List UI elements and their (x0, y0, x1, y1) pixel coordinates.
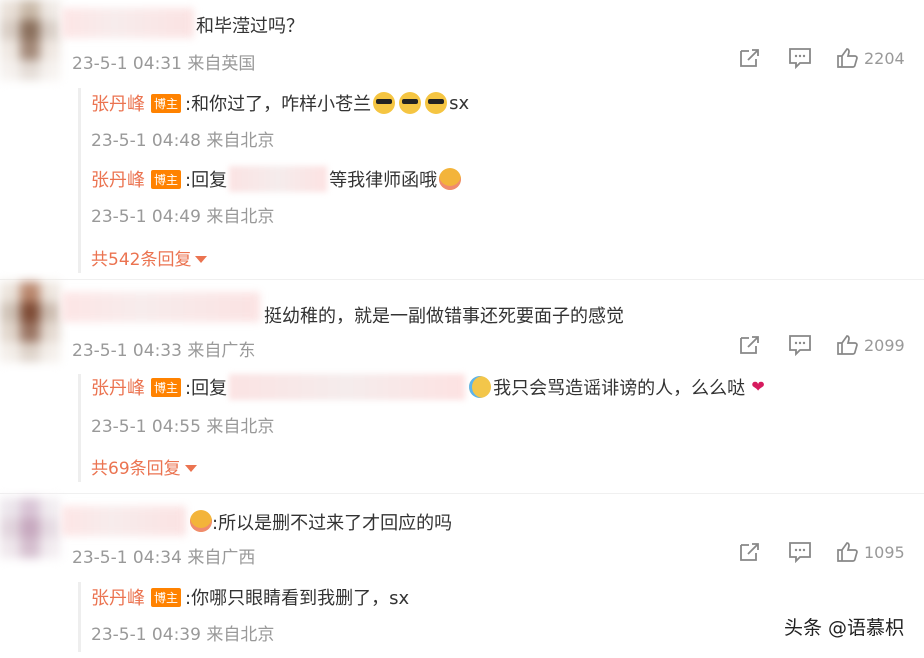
like-icon (837, 542, 858, 562)
comment-button[interactable] (788, 47, 812, 69)
comment-location: 来自广西 (187, 548, 256, 568)
share-button[interactable] (738, 334, 762, 356)
reply-author[interactable]: 张丹峰 (91, 90, 145, 116)
blurred-username (229, 374, 466, 400)
reply-meta: 23-5-1 04:39 来自北京 (91, 620, 274, 645)
reply-time: 23-5-1 04:39 (91, 625, 201, 645)
more-replies-label: 共69条回复 (91, 459, 181, 479)
reply-meta: 23-5-1 04:55 来自北京 (91, 412, 274, 437)
author-badge: 博主 (151, 377, 182, 397)
username-blurred[interactable] (62, 8, 194, 38)
reply-2: 张丹峰 博主 :回复 等我律师函哦 (91, 166, 463, 192)
crying-laugh-emoji-icon (469, 376, 492, 398)
comment-button[interactable] (788, 541, 812, 563)
like-count: 2204 (864, 48, 905, 68)
more-replies-link[interactable]: 共69条回复 (91, 454, 197, 479)
comment-1: 和毕滢过吗？ 23-5-1 04:31 来自英国 2204 张丹峰 博主 :和你… (0, 0, 924, 280)
caret-down-icon (195, 256, 208, 263)
comment-button[interactable] (788, 334, 812, 356)
reply-list: 张丹峰 博主 :回复 我只会骂造谣诽谤的人，么么哒 ❤ 23-5-1 04:55… (78, 374, 924, 482)
cool-emoji-icon (425, 92, 448, 114)
comment-meta: 23-5-1 04:33 来自广东 (72, 336, 255, 361)
like-count: 1095 (864, 542, 905, 562)
lips-emoji-icon: ❤ (751, 377, 765, 396)
author-badge: 博主 (151, 587, 182, 607)
reply-text-suffix: sx (449, 92, 470, 114)
blurred-username (229, 166, 328, 192)
share-icon (740, 336, 759, 354)
share-icon (740, 49, 759, 67)
like-icon (837, 48, 858, 68)
comment-actions: 1095 (736, 541, 916, 567)
reply-author[interactable]: 张丹峰 (91, 584, 145, 610)
reply-meta: 23-5-1 04:48 来自北京 (91, 126, 274, 151)
comment-meta: 23-5-1 04:34 来自广西 (72, 543, 255, 568)
more-replies-label: 共542条回复 (91, 250, 192, 270)
comment-text: 挺幼稚的，就是一副做错事还死要面子的感觉 (264, 306, 624, 327)
shy-emoji-icon (439, 168, 462, 190)
comment-time: 23-5-1 04:31 (72, 54, 182, 74)
divider (0, 279, 924, 280)
like-button[interactable]: 2204 (836, 47, 905, 69)
reply-1: 张丹峰 博主 :和你过了，咋样小苍兰 sx (91, 90, 469, 116)
comment-text: 和毕滢过吗？ (196, 16, 304, 37)
reply-location: 来自北京 (206, 625, 275, 645)
comment-location: 来自英国 (187, 54, 256, 74)
comment-2: 挺幼稚的，就是一副做错事还死要面子的感觉 23-5-1 04:33 来自广东 2… (0, 282, 924, 487)
like-count: 2099 (864, 335, 905, 355)
like-button[interactable]: 1095 (836, 541, 905, 563)
like-button[interactable]: 2099 (836, 334, 905, 356)
reply-text: :回复 (185, 378, 228, 399)
cool-emoji-icon (399, 92, 422, 114)
author-badge: 博主 (151, 169, 182, 189)
reply-author[interactable]: 张丹峰 (91, 166, 145, 192)
avatar[interactable] (0, 498, 60, 578)
reply-text-suffix: 我只会骂造谣诽谤的人，么么哒 (493, 378, 746, 399)
author-badge: 博主 (151, 93, 182, 113)
username-blurred[interactable] (62, 292, 260, 322)
reply-1: 张丹峰 博主 :回复 我只会骂造谣诽谤的人，么么哒 ❤ (91, 374, 771, 400)
comment-time: 23-5-1 04:34 (72, 548, 182, 568)
reply-location: 来自北京 (206, 417, 275, 437)
comment-meta: 23-5-1 04:31 来自英国 (72, 49, 255, 74)
reply-author[interactable]: 张丹峰 (91, 374, 145, 400)
share-icon (740, 543, 759, 561)
username-blurred[interactable] (62, 506, 186, 536)
reply-location: 来自北京 (206, 131, 275, 151)
comment-time: 23-5-1 04:33 (72, 341, 182, 361)
caret-down-icon (184, 465, 197, 472)
reply-time: 23-5-1 04:55 (91, 417, 201, 437)
watermark: 头条 @语慕枳 (783, 617, 904, 639)
reply-location: 来自北京 (206, 207, 275, 227)
badge-emoji-icon (190, 510, 212, 532)
reply-time: 23-5-1 04:48 (91, 131, 201, 151)
reply-list: 张丹峰 博主 :和你过了，咋样小苍兰 sx 23-5-1 04:48 来自北京 … (78, 88, 924, 273)
comment-location: 来自广东 (187, 341, 256, 361)
reply-text-suffix: 等我律师函哦 (329, 170, 438, 191)
divider (0, 493, 924, 494)
reply-text: :回复 (185, 170, 228, 191)
avatar[interactable] (0, 0, 60, 80)
share-button[interactable] (738, 47, 762, 69)
comment-actions: 2099 (736, 334, 916, 360)
cool-emoji-icon (373, 92, 396, 114)
more-replies-link[interactable]: 共542条回复 (91, 245, 208, 270)
reply-time: 23-5-1 04:49 (91, 207, 201, 227)
like-icon (837, 335, 858, 355)
comment-icon (789, 335, 811, 356)
comment-icon (789, 48, 811, 69)
share-button[interactable] (738, 541, 762, 563)
reply-meta: 23-5-1 04:49 来自北京 (91, 202, 274, 227)
reply-text: :你哪只眼睛看到我删了，sx (185, 588, 410, 609)
comment-actions: 2204 (736, 47, 916, 73)
reply-text: :和你过了，咋样小苍兰 (185, 94, 372, 115)
comment-text: :所以是删不过来了才回应的吗 (212, 513, 453, 534)
comment-icon (789, 542, 811, 563)
reply-1: 张丹峰 博主 :你哪只眼睛看到我删了，sx (91, 584, 409, 610)
avatar[interactable] (0, 282, 60, 362)
